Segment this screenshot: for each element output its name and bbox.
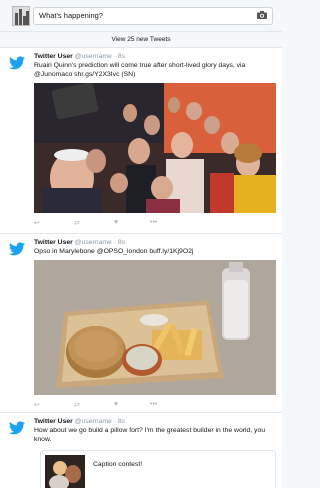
twitter-bird-icon (9, 421, 25, 435)
reply-icon[interactable]: ↩ (34, 401, 40, 409)
new-tweets-label: View 25 new Tweets (111, 36, 171, 43)
compose-input[interactable]: What's happening? (33, 7, 273, 25)
tweet-text: Opso in Marylebone @OPSO_london buff.ly/… (34, 248, 194, 255)
tweet[interactable]: Twitter User @username · 8s How about we… (0, 413, 282, 488)
heart-icon[interactable]: ♥ (114, 219, 118, 226)
group-selfie-photo[interactable] (34, 83, 276, 213)
food-tray-photo[interactable] (34, 260, 276, 395)
tweet-time[interactable]: · 8s (114, 53, 125, 60)
reply-icon[interactable]: ↩ (34, 219, 40, 227)
user-handle[interactable]: @username (75, 53, 112, 60)
compose-bar: What's happening? (0, 0, 282, 32)
new-tweets-bar[interactable]: View 25 new Tweets (0, 32, 282, 48)
user-name[interactable]: Twitter User (34, 239, 73, 246)
retweet-icon[interactable]: ⇄ (74, 401, 80, 409)
twitter-bird-icon (9, 56, 25, 70)
user-handle[interactable]: @username (75, 418, 112, 425)
tweet-time[interactable]: · 8s (114, 418, 125, 425)
tweet-time[interactable]: · 8s (114, 239, 125, 246)
tweet-actions: ↩ ⇄ ♥ ••• (34, 219, 184, 229)
caption-text: Caption contest! (93, 461, 143, 468)
tweet-header: Twitter User @username · 8s (34, 53, 125, 60)
tweet[interactable]: Twitter User @username · 8s Opso in Mary… (0, 234, 282, 413)
twitter-bird-icon (9, 242, 25, 256)
tweet-header: Twitter User @username · 8s (34, 239, 125, 246)
retweet-icon[interactable]: ⇄ (74, 219, 80, 227)
tweet[interactable]: Twitter User @username · 8s Ruairi Quinn… (0, 48, 282, 234)
user-avatar[interactable] (12, 6, 30, 26)
heart-icon[interactable]: ♥ (114, 401, 118, 408)
more-icon[interactable]: ••• (150, 219, 157, 226)
caption-thumbnail (45, 455, 85, 488)
user-name[interactable]: Twitter User (34, 53, 73, 60)
camera-icon[interactable] (257, 11, 267, 19)
tweet-text: How about we go build a pillow fort? I'm… (34, 427, 266, 443)
caption-card[interactable]: Caption contest! (40, 450, 276, 488)
user-name[interactable]: Twitter User (34, 418, 73, 425)
compose-placeholder: What's happening? (39, 11, 103, 20)
more-icon[interactable]: ••• (150, 401, 157, 408)
user-handle[interactable]: @username (75, 239, 112, 246)
tweet-text: Ruairi Quinn's prediction will come true… (34, 62, 246, 78)
tweet-header: Twitter User @username · 8s (34, 418, 125, 425)
tweet-actions: ↩ ⇄ ♥ ••• (34, 401, 184, 411)
